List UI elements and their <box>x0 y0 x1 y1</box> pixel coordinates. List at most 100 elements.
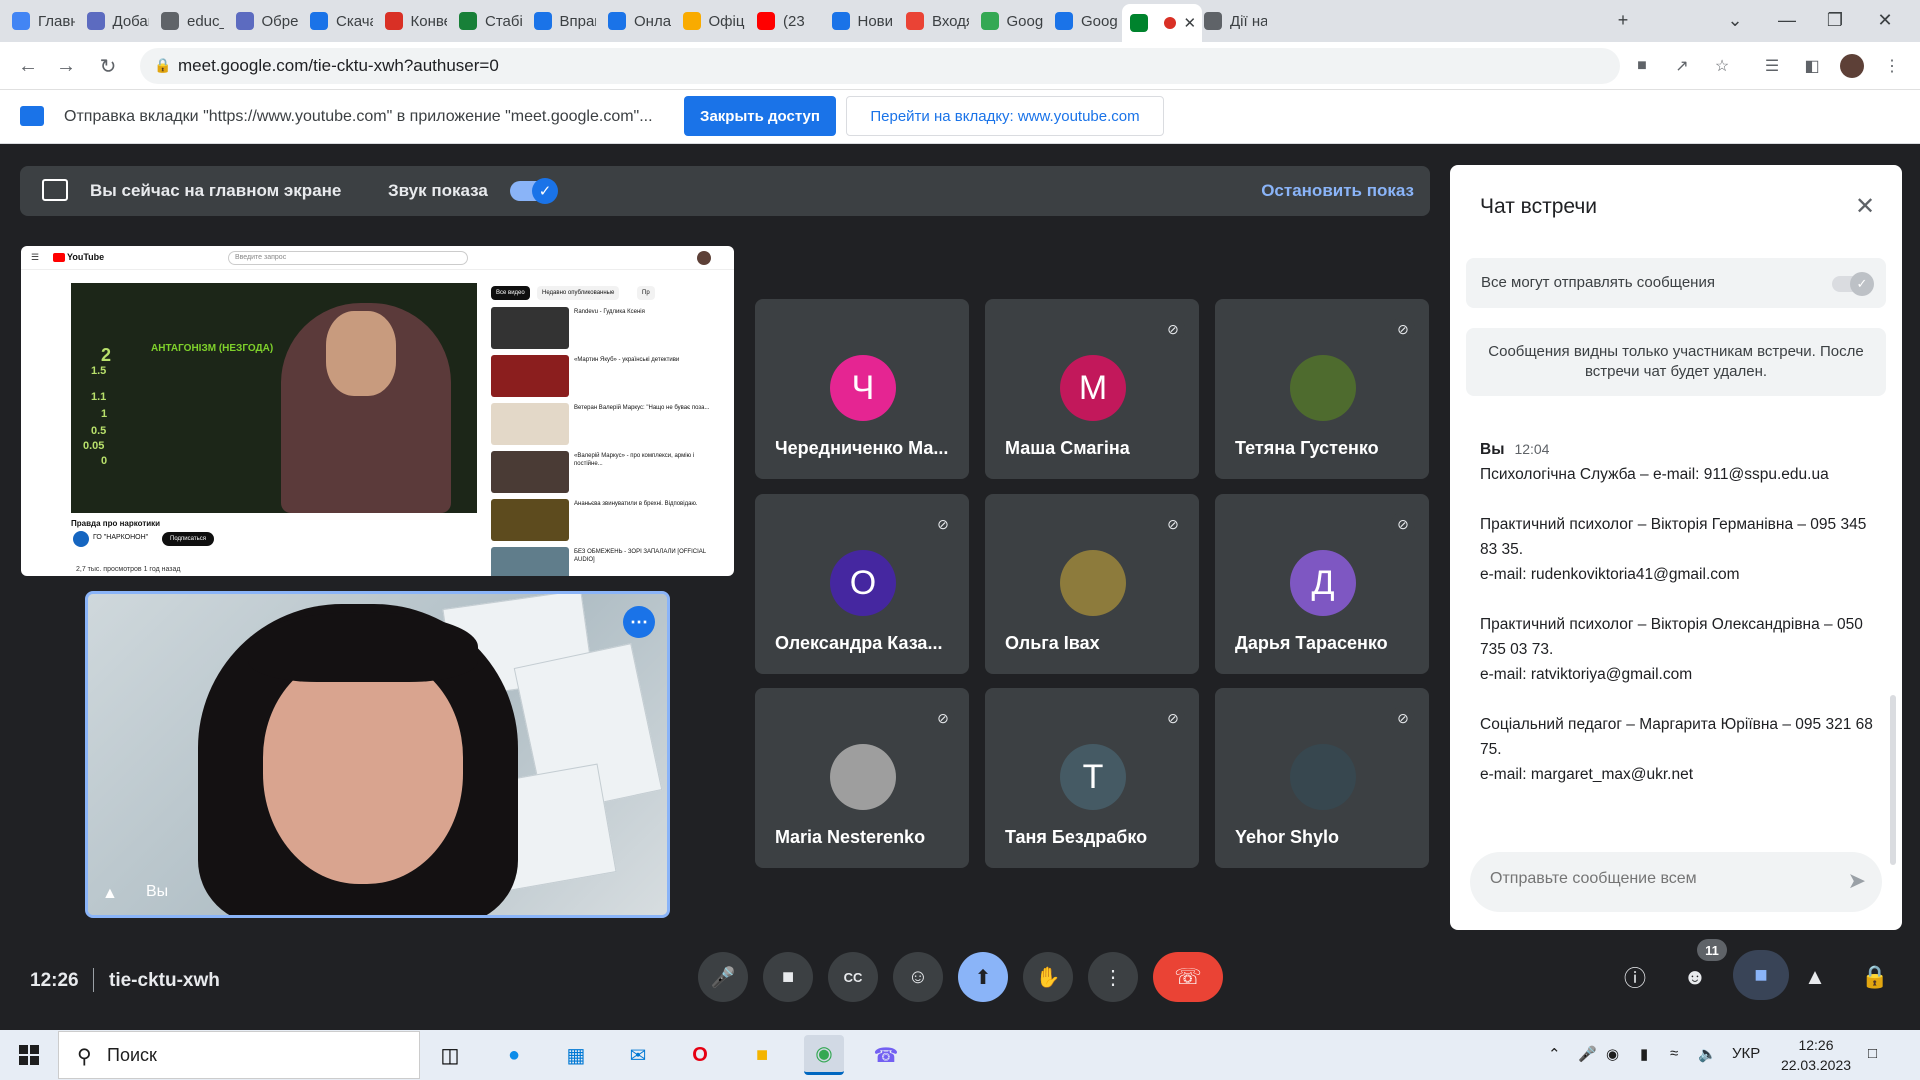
participant-tile[interactable]: М Маша Смагіна ⊘ <box>985 299 1199 479</box>
participant-tile[interactable]: О Олександра Каза... ⊘ <box>755 494 969 674</box>
back-button[interactable]: ← <box>12 50 44 82</box>
browser-tab[interactable]: Добав <box>79 6 149 36</box>
tab-favicon-icon <box>310 12 328 30</box>
task-view-icon[interactable]: ◫ <box>430 1035 470 1075</box>
browser-tab[interactable]: Конве <box>377 6 447 36</box>
chrome-icon[interactable]: ◉ <box>804 1035 844 1075</box>
participant-tile[interactable]: Тетяна Густенко ⊘ <box>1215 299 1429 479</box>
close-icon[interactable]: ✕ <box>1848 189 1882 223</box>
browser-tab[interactable]: Новин <box>824 6 894 36</box>
browser-tab[interactable]: Офіці <box>675 6 745 36</box>
present-screen-icon: ⬆ <box>974 966 992 989</box>
send-icon[interactable]: ➤ <box>1848 868 1866 894</box>
lock-icon: 🔒 <box>154 57 172 73</box>
raise-hand-button[interactable]: ✋ <box>1023 952 1073 1002</box>
meeting-info-icon[interactable]: ⓘ <box>1615 957 1655 997</box>
minimize-button[interactable]: — <box>1764 0 1810 40</box>
bookmark-star-icon[interactable]: ☆ <box>1710 54 1734 78</box>
participant-name: Дарья Тарасенко <box>1235 633 1388 653</box>
host-controls-icon[interactable]: 🔒 <box>1855 957 1895 997</box>
opera-icon[interactable]: O <box>680 1035 720 1075</box>
browser-tab[interactable]: Онлай <box>600 6 671 36</box>
participant-tile[interactable]: Т Таня Бездрабко ⊘ <box>985 688 1199 868</box>
stop-access-button[interactable]: Закрыть доступ <box>684 96 836 136</box>
chat-scrollbar[interactable] <box>1890 695 1896 865</box>
tab-favicon-icon <box>1055 12 1073 30</box>
share-icon[interactable]: ↗ <box>1670 54 1694 78</box>
close-window-button[interactable]: ✕ <box>1862 0 1908 40</box>
leave-call-button[interactable]: ☏ <box>1153 952 1223 1002</box>
mic-off-icon: ⊘ <box>1161 512 1185 536</box>
presentation-audio-toggle[interactable]: ✓ <box>510 178 558 204</box>
microphone-button[interactable]: 🎤 <box>698 952 748 1002</box>
activities-icon[interactable]: ▲ <box>1795 957 1835 997</box>
new-tab-button[interactable]: + <box>1600 0 1646 40</box>
browser-menu-icon[interactable]: ⋮ <box>1880 54 1904 78</box>
captions-button[interactable]: CC <box>828 952 878 1002</box>
side-panel-icon[interactable]: ◧ <box>1800 54 1824 78</box>
participant-tile[interactable]: Д Дарья Тарасенко ⊘ <box>1215 494 1429 674</box>
browser-tab[interactable]: Скача <box>302 6 373 36</box>
language-indicator[interactable]: УКР <box>1732 1045 1760 1062</box>
browser-tab[interactable]: Дії на <box>1196 6 1267 36</box>
tab-favicon-icon <box>12 12 30 30</box>
chat-button[interactable]: ■ <box>1733 950 1789 1000</box>
tray-location-icon[interactable]: ◉ <box>1606 1045 1619 1063</box>
participant-tile[interactable]: Ч Чередниченко Ма... <box>755 299 969 479</box>
edge-icon[interactable]: ● <box>494 1035 534 1075</box>
participant-tile[interactable]: Ольга Івах ⊘ <box>985 494 1199 674</box>
volume-icon[interactable]: 🔈 <box>1698 1045 1717 1063</box>
wifi-icon[interactable]: ≈ <box>1670 1045 1678 1062</box>
mail-icon[interactable]: ✉ <box>618 1035 658 1075</box>
start-button[interactable] <box>0 1030 58 1080</box>
browser-tab[interactable]: Обрез <box>228 6 298 36</box>
tab-favicon-icon <box>682 12 701 30</box>
file-explorer-icon[interactable]: ■ <box>742 1035 782 1075</box>
message-sender: Вы <box>1480 441 1505 458</box>
presenting-text: Вы сейчас на главном экране <box>90 181 342 200</box>
message-time: 12:04 <box>1514 441 1550 457</box>
profile-avatar[interactable] <box>1840 54 1864 78</box>
presentation-audio-label: Звук показа <box>388 181 488 200</box>
browser-tab[interactable]: (23 <box>749 6 820 36</box>
browser-tab[interactable]: Googl <box>1047 6 1118 36</box>
browser-tab[interactable]: Входя <box>898 6 969 36</box>
participant-tile[interactable]: Yehor Shylo ⊘ <box>1215 688 1429 868</box>
reload-button[interactable]: ↻ <box>92 50 124 82</box>
stop-presenting-button[interactable]: Остановить показ <box>1261 181 1414 201</box>
hand-icon: ✋ <box>1035 966 1061 989</box>
battery-icon[interactable]: ▮ <box>1640 1045 1648 1063</box>
tab-close-icon[interactable]: ✕ <box>1184 14 1197 32</box>
chat-message-input[interactable] <box>1490 870 1820 888</box>
browser-tab[interactable]: Googl <box>973 6 1043 36</box>
go-to-tab-button[interactable]: Перейти на вкладку: www.youtube.com <box>846 96 1164 136</box>
browser-tab[interactable]: educ_ <box>153 6 224 36</box>
tray-expand-icon[interactable]: ⌃ <box>1548 1045 1561 1063</box>
store-icon[interactable]: ▦ <box>556 1035 596 1075</box>
media-control-icon[interactable]: ☰ <box>1760 54 1784 78</box>
people-icon[interactable]: ☻ <box>1675 957 1715 997</box>
taskbar-search[interactable]: ⚲ Поиск <box>58 1031 420 1079</box>
camera-button[interactable]: ■ <box>763 952 813 1002</box>
pin-icon[interactable]: ▲ <box>102 885 118 903</box>
notifications-icon[interactable]: □ <box>1868 1045 1877 1062</box>
viber-icon[interactable]: ☎ <box>866 1035 906 1075</box>
browser-tab[interactable]: Стабі <box>451 6 522 36</box>
participant-tile[interactable]: Maria Nesterenko ⊘ <box>755 688 969 868</box>
system-clock[interactable]: 12:26 22.03.2023 <box>1776 1035 1856 1075</box>
more-options-icon[interactable]: ⋯ <box>623 606 655 638</box>
browser-tab[interactable]: ✕ <box>1121 4 1202 42</box>
forward-button[interactable]: → <box>50 50 82 82</box>
address-bar[interactable]: 🔒 meet.google.com/tie-cktu-xwh?authuser=… <box>140 48 1620 84</box>
maximize-button[interactable]: ❐ <box>1812 0 1858 40</box>
browser-tab[interactable]: Вправ <box>526 6 596 36</box>
browser-tab[interactable]: Главн <box>4 6 75 36</box>
chat-permission-toggle[interactable]: ✓ <box>1832 272 1874 296</box>
self-video-tile[interactable]: ⋯ ▲ Вы <box>85 591 670 918</box>
camera-in-use-icon[interactable]: ■ <box>1630 54 1654 78</box>
more-options-button[interactable]: ⋮ <box>1088 952 1138 1002</box>
tray-mic-icon[interactable]: 🎤 <box>1578 1045 1597 1063</box>
reactions-button[interactable]: ☺ <box>893 952 943 1002</box>
present-button[interactable]: ⬆ <box>958 952 1008 1002</box>
tab-search-icon[interactable]: ⌄ <box>1712 0 1758 40</box>
